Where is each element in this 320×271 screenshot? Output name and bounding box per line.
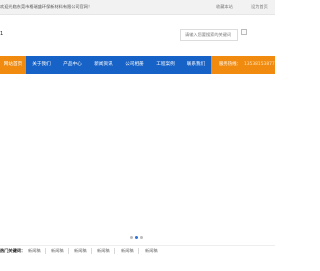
keyword-link[interactable]: 新闻稿 (28, 246, 41, 256)
slider-dots (130, 236, 145, 240)
keyword-divider (91, 248, 92, 254)
keyword-link[interactable]: 新闻稿 (51, 246, 64, 256)
nav-item-cases[interactable]: 工程案例 (150, 56, 181, 74)
slider-dot[interactable] (130, 236, 133, 239)
keyword-divider (68, 248, 69, 254)
search-icon[interactable] (241, 29, 247, 35)
slider-dot-active[interactable] (135, 236, 138, 239)
keyword-divider (45, 248, 46, 254)
keyword-link[interactable]: 新闻稿 (121, 246, 134, 256)
hotline-number: 13538153877 (243, 62, 275, 67)
nav-item-album[interactable]: 公司相册 (119, 56, 150, 74)
hot-keywords: 热门关键词： 新闻稿 新闻稿 新闻稿 新闻稿 新闻稿 新闻稿 (0, 245, 275, 256)
keywords-label: 热门关键词： (0, 248, 26, 253)
keyword-link[interactable]: 新闻稿 (97, 246, 110, 256)
search-placeholder: 请输入您要搜索的关键词 (185, 32, 232, 37)
keyword-divider (114, 248, 115, 254)
nav-item-home[interactable]: 网站首页 (0, 56, 26, 74)
slider-dot[interactable] (140, 236, 143, 239)
search-input[interactable]: 请输入您要搜索的关键词 (180, 29, 238, 41)
nav-item-contact[interactable]: 联系我们 (181, 56, 211, 74)
top-bar: 欢迎光临东莞市格瑞盛环保新材料有限公司官网！ 收藏本站 设为首页 (0, 0, 275, 15)
set-homepage-link[interactable]: 设为首页 (251, 0, 268, 14)
keyword-divider (138, 248, 139, 254)
logo[interactable]: 1 (0, 31, 3, 37)
nav-item-products[interactable]: 产品中心 (57, 56, 88, 74)
banner-slider (0, 74, 275, 242)
welcome-text: 欢迎光临东莞市格瑞盛环保新材料有限公司官网！ (0, 4, 93, 9)
hotline: 服务热线： 13538153877 (211, 56, 275, 74)
nav-item-news[interactable]: 新闻资讯 (88, 56, 119, 74)
main-nav: 网站首页 关于我们 产品中心 新闻资讯 公司相册 工程案例 联系我们 服务热线：… (0, 56, 275, 74)
hotline-label: 服务热线： (219, 62, 241, 67)
keyword-link[interactable]: 新闻稿 (74, 246, 87, 256)
nav-item-about[interactable]: 关于我们 (26, 56, 57, 74)
add-favorite-link[interactable]: 收藏本站 (216, 0, 233, 14)
keyword-link[interactable]: 新闻稿 (145, 246, 158, 256)
